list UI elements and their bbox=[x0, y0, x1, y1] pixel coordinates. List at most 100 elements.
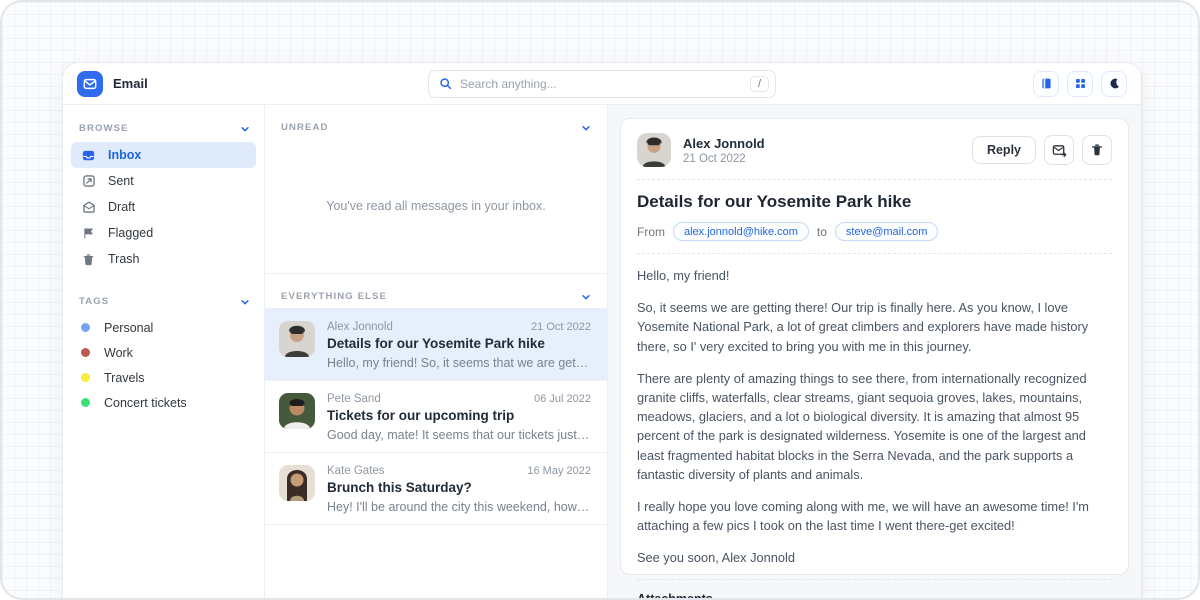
avatar bbox=[279, 321, 315, 357]
from-to-row: From alex.jonnold@hike.com to steve@mail… bbox=[637, 222, 1112, 241]
mail-list-item-kate[interactable]: Kate Gates 16 May 2022 Brunch this Satur… bbox=[265, 453, 607, 525]
tag-dot bbox=[81, 398, 90, 407]
email-paragraph: See you soon, Alex Jonnold bbox=[637, 548, 1112, 567]
browse-label: BROWSE bbox=[79, 123, 129, 134]
notebook-button[interactable] bbox=[1033, 71, 1059, 97]
sidebar-item-sent[interactable]: Sent bbox=[71, 168, 256, 194]
sidebar-item-trash[interactable]: Trash bbox=[71, 246, 256, 272]
tag-label: Travels bbox=[104, 371, 145, 385]
sidebar-item-inbox[interactable]: Inbox bbox=[71, 142, 256, 168]
sidebar-item-label: Flagged bbox=[108, 226, 153, 240]
mail-list-item-alex[interactable]: Alex Jonnold 21 Oct 2022 Details for our… bbox=[265, 308, 607, 381]
mail-preview: Hey! I'll be around the city this weeken… bbox=[327, 500, 591, 514]
trash-icon bbox=[1090, 143, 1104, 157]
sidebar-item-label: Inbox bbox=[108, 148, 141, 162]
mail-date: 16 May 2022 bbox=[527, 465, 591, 477]
email-paragraph: So, it seems we are getting there! Our t… bbox=[637, 298, 1112, 356]
mail-date: 21 Oct 2022 bbox=[531, 321, 591, 333]
email-paragraph: There are plenty of amazing things to se… bbox=[637, 369, 1112, 484]
forward-button[interactable] bbox=[1044, 135, 1074, 165]
to-email-chip[interactable]: steve@mail.com bbox=[835, 222, 938, 241]
apps-grid-icon bbox=[1074, 77, 1087, 90]
mail-sender: Kate Gates bbox=[327, 465, 385, 477]
mail-preview: Good day, mate! It seems that our ticket… bbox=[327, 428, 591, 442]
search-area: / bbox=[265, 70, 939, 98]
to-label: to bbox=[817, 225, 827, 239]
email-logo-icon bbox=[77, 71, 103, 97]
flag-icon bbox=[81, 227, 96, 240]
tag-item-personal[interactable]: Personal bbox=[71, 315, 256, 340]
tag-item-concert-tickets[interactable]: Concert tickets bbox=[71, 390, 256, 415]
top-actions bbox=[939, 71, 1127, 97]
chevron-down-icon[interactable] bbox=[240, 124, 250, 134]
desktop-background: Email / bbox=[0, 0, 1200, 600]
mail-subject: Brunch this Saturday? bbox=[327, 480, 591, 495]
tags-label: TAGS bbox=[79, 296, 109, 307]
divider bbox=[637, 179, 1112, 180]
detail-date: 21 Oct 2022 bbox=[683, 153, 972, 165]
email-paragraph: I really hope you love coming along with… bbox=[637, 497, 1112, 535]
unread-section-header[interactable]: UNREAD bbox=[265, 105, 607, 139]
main-content: BROWSE Inbox Sent bbox=[63, 105, 1141, 600]
chevron-down-icon[interactable] bbox=[240, 297, 250, 307]
mail-sender: Pete Sand bbox=[327, 393, 381, 405]
divider bbox=[637, 579, 1112, 580]
mail-subject: Details for our Yosemite Park hike bbox=[327, 336, 591, 351]
sidebar-item-flagged[interactable]: Flagged bbox=[71, 220, 256, 246]
tags-section-header[interactable]: TAGS bbox=[71, 286, 256, 315]
sidebar-item-label: Draft bbox=[108, 200, 135, 214]
detail-sender-name: Alex Jonnold bbox=[683, 136, 972, 151]
detail-sender-block: Alex Jonnold 21 Oct 2022 bbox=[683, 136, 972, 165]
email-app-window: Email / bbox=[62, 62, 1142, 600]
sidebar: BROWSE Inbox Sent bbox=[63, 105, 265, 600]
browse-section-header[interactable]: BROWSE bbox=[71, 113, 256, 142]
tag-label: Personal bbox=[104, 321, 153, 335]
mail-list-item-pete[interactable]: Pete Sand 06 Jul 2022 Tickets for our up… bbox=[265, 381, 607, 453]
search-input[interactable] bbox=[460, 77, 742, 91]
app-title: Email bbox=[113, 76, 148, 91]
tag-label: Work bbox=[104, 346, 133, 360]
email-detail-pane: Alex Jonnold 21 Oct 2022 Reply bbox=[608, 105, 1141, 600]
email-body: Hello, my friend! So, it seems we are ge… bbox=[637, 266, 1112, 567]
mail-preview: Hello, my friend! So, it seems that we a… bbox=[327, 356, 591, 370]
search-icon bbox=[439, 77, 452, 90]
mail-date: 06 Jul 2022 bbox=[534, 393, 591, 405]
everything-else-label: EVERYTHING ELSE bbox=[281, 291, 387, 302]
dark-mode-toggle[interactable] bbox=[1101, 71, 1127, 97]
chevron-down-icon[interactable] bbox=[581, 292, 591, 302]
sidebar-item-label: Trash bbox=[108, 252, 140, 266]
divider bbox=[637, 253, 1112, 254]
avatar bbox=[637, 133, 671, 167]
tag-dot bbox=[81, 373, 90, 382]
mail-item-body: Kate Gates 16 May 2022 Brunch this Satur… bbox=[327, 465, 591, 514]
search-shortcut-badge: / bbox=[750, 76, 769, 92]
search-box[interactable]: / bbox=[428, 70, 776, 98]
email-paragraph: Hello, my friend! bbox=[637, 266, 1112, 285]
sidebar-item-draft[interactable]: Draft bbox=[71, 194, 256, 220]
tag-item-work[interactable]: Work bbox=[71, 340, 256, 365]
delete-button[interactable] bbox=[1082, 135, 1112, 165]
sidebar-item-label: Sent bbox=[108, 174, 134, 188]
inbox-icon bbox=[81, 148, 96, 163]
avatar bbox=[279, 465, 315, 501]
tag-dot bbox=[81, 323, 90, 332]
app-brand: Email bbox=[77, 71, 265, 97]
mail-sender: Alex Jonnold bbox=[327, 321, 393, 333]
mail-item-body: Pete Sand 06 Jul 2022 Tickets for our up… bbox=[327, 393, 591, 442]
moon-icon bbox=[1108, 77, 1121, 90]
tag-label: Concert tickets bbox=[104, 396, 187, 410]
reply-button[interactable]: Reply bbox=[972, 136, 1036, 164]
from-email-chip[interactable]: alex.jonnold@hike.com bbox=[673, 222, 809, 241]
tag-item-travels[interactable]: Travels bbox=[71, 365, 256, 390]
mail-list-column: UNREAD You've read all messages in your … bbox=[265, 105, 608, 600]
detail-header: Alex Jonnold 21 Oct 2022 Reply bbox=[637, 133, 1112, 167]
unread-label: UNREAD bbox=[281, 122, 328, 133]
top-bar: Email / bbox=[63, 63, 1141, 105]
chevron-down-icon[interactable] bbox=[581, 123, 591, 133]
everything-else-section-header[interactable]: EVERYTHING ELSE bbox=[265, 274, 607, 308]
unread-empty-message: You've read all messages in your inbox. bbox=[265, 139, 607, 274]
notebook-icon bbox=[1040, 77, 1053, 90]
from-label: From bbox=[637, 225, 665, 239]
avatar bbox=[279, 393, 315, 429]
apps-grid-button[interactable] bbox=[1067, 71, 1093, 97]
